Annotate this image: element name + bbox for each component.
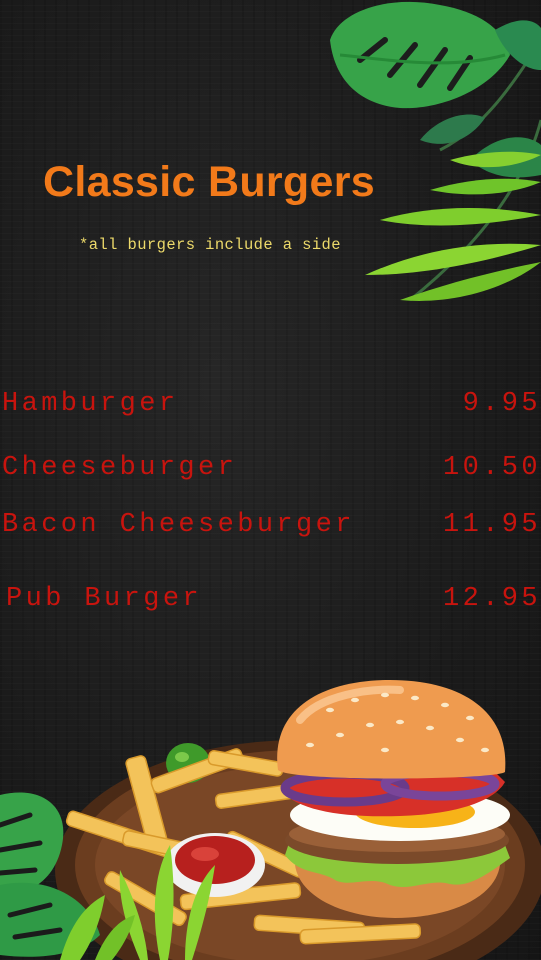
item-price: 9.95 [462,389,541,419]
item-name: Bacon Cheeseburger [2,510,355,540]
menu-title: Classic Burgers [43,158,375,206]
item-price: 11.95 [442,510,541,540]
item-name: Cheeseburger [2,453,238,483]
item-price: 10.50 [442,453,541,483]
item-price: 12.95 [442,584,541,614]
menu-item-cheeseburger: Cheeseburger 10.50 [0,453,541,493]
menu-item-hamburger: Hamburger 9.95 [0,389,541,429]
menu-item-pub-burger: Pub Burger 12.95 [0,584,541,624]
item-name: Hamburger [2,389,179,419]
item-name: Pub Burger [6,584,203,614]
menu-item-bacon-cheeseburger: Bacon Cheeseburger 11.95 [0,510,541,550]
menu-board: Classic Burgers *all burgers include a s… [0,0,541,960]
monstera-leaf-icon [0,792,135,960]
menu-subtitle: *all burgers include a side [79,236,341,254]
